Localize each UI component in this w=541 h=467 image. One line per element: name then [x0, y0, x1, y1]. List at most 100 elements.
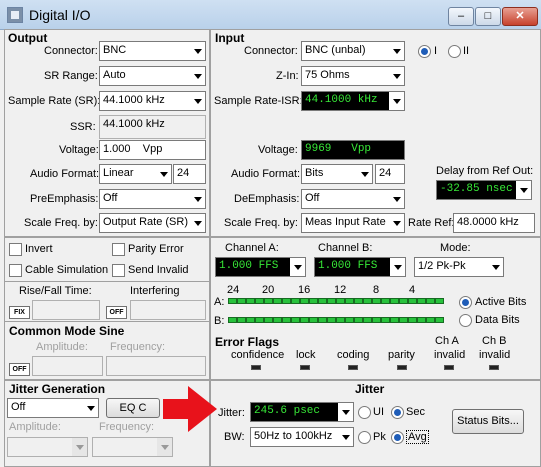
mode-label: Mode:	[440, 242, 471, 254]
preemphasis-select[interactable]: Off	[99, 189, 206, 209]
bit-led-a	[336, 298, 345, 304]
maximize-button[interactable]: □	[475, 7, 501, 26]
bit-led-a	[408, 298, 417, 304]
common-mode-toggle[interactable]: OFF	[9, 363, 30, 376]
input-connector-label: Connector:	[244, 45, 298, 57]
flag-invalid-a-label: invalid	[434, 349, 466, 361]
flag-parity-label: parity	[388, 349, 415, 361]
jitter-generation-select[interactable]: Off	[7, 398, 99, 418]
input-audio-format-select[interactable]: Bits	[301, 164, 373, 184]
red-arrow-icon	[163, 386, 217, 432]
bit-led-b	[318, 317, 327, 323]
input-audio-format-label: Audio Format:	[231, 168, 301, 180]
interfering-field	[130, 300, 206, 320]
send-invalid-checkbox[interactable]	[112, 264, 125, 277]
bit-led-b	[273, 317, 282, 323]
jg-frequency-select[interactable]	[92, 437, 173, 457]
chevron-down-icon	[390, 258, 405, 276]
bit-led-b	[435, 317, 444, 323]
mode-select[interactable]: 1/2 Pk-Pk	[414, 257, 504, 277]
channel-b-display[interactable]: 1.000 FFS	[314, 257, 406, 277]
sr-range-label: SR Range:	[44, 70, 98, 82]
bw-select[interactable]: 50Hz to 100kHz	[250, 427, 354, 447]
bit-led-b	[327, 317, 336, 323]
output-sample-rate-select[interactable]: 44.1000 kHz	[99, 91, 206, 111]
error-flags-title: Error Flags	[215, 335, 280, 349]
output-audio-format-select[interactable]: Linear	[99, 164, 172, 184]
flag-confidence-led	[251, 365, 261, 370]
chevron-down-icon	[190, 92, 205, 110]
bit-led-a	[399, 298, 408, 304]
invert-checkbox[interactable]	[9, 243, 22, 256]
jitter-avg-radio[interactable]	[391, 431, 404, 444]
bit-led-b	[390, 317, 399, 323]
sr-range-select[interactable]: Auto	[99, 66, 206, 86]
data-bits-radio[interactable]	[459, 314, 472, 327]
jitter-ui-radio[interactable]	[358, 406, 371, 419]
input-i-label: I	[434, 45, 438, 57]
bit-led-a	[291, 298, 300, 304]
output-voltage-label: Voltage:	[59, 144, 99, 156]
eq-curve-button[interactable]: EQ C	[106, 398, 160, 418]
jitter-display[interactable]: 245.6 psec	[250, 402, 354, 422]
divider	[4, 281, 210, 282]
parity-error-checkbox[interactable]	[112, 243, 125, 256]
invert-label: Invert	[25, 243, 53, 255]
active-bits-radio[interactable]	[459, 296, 472, 309]
bit-led-a	[354, 298, 363, 304]
delay-display[interactable]: -32.85 nsec	[436, 180, 532, 200]
bit-led-b	[381, 317, 390, 323]
input-ii-radio[interactable]	[448, 45, 461, 58]
jg-amplitude-select[interactable]	[7, 437, 88, 457]
divider	[4, 321, 210, 322]
input-sample-rate-display[interactable]: 44.1000 kHz	[301, 91, 405, 111]
output-audio-bits-field[interactable]: 24	[173, 164, 206, 184]
send-invalid-label: Send Invalid	[128, 264, 189, 276]
close-button[interactable]: ✕	[502, 7, 538, 26]
flag-coding-label: coding	[337, 349, 370, 361]
bit-led-a	[426, 298, 435, 304]
bit-led-a	[282, 298, 291, 304]
delay-label: Delay from Ref Out:	[436, 165, 534, 177]
bit-led-a	[228, 298, 237, 304]
cm-amplitude-field	[32, 356, 103, 376]
jg-amplitude-label: Amplitude:	[9, 421, 61, 433]
jitter-sec-radio[interactable]	[391, 406, 404, 419]
output-voltage-field[interactable]: 1.000 Vpp	[99, 140, 206, 160]
parity-error-label: Parity Error	[128, 243, 184, 255]
output-scale-freq-select[interactable]: Output Rate (SR)	[99, 213, 206, 233]
rate-ref-label: Rate Ref:	[408, 217, 455, 229]
chevron-down-icon	[389, 92, 404, 110]
fix-toggle[interactable]: FIX	[9, 306, 30, 319]
ch-b-label: Ch B	[482, 335, 507, 347]
minimize-button[interactable]: –	[448, 7, 474, 26]
deemphasis-select[interactable]: Off	[301, 189, 405, 209]
interfering-toggle[interactable]: OFF	[106, 306, 127, 319]
bit-led-a	[300, 298, 309, 304]
bit-led-a	[273, 298, 282, 304]
output-audio-format-label: Audio Format:	[30, 168, 100, 180]
jitter-title: Jitter	[355, 382, 385, 396]
zin-select[interactable]: 75 Ohms	[301, 66, 405, 86]
rate-ref-field[interactable]: 48.0000 kHz	[453, 213, 535, 233]
input-voltage-display: 9969 Vpp	[301, 140, 405, 160]
flag-lock-label: lock	[296, 349, 316, 361]
chevron-down-icon	[190, 67, 205, 85]
input-audio-bits-field[interactable]: 24	[375, 164, 405, 184]
channel-a-display[interactable]: 1.000 FFS	[215, 257, 306, 277]
output-connector-select[interactable]: BNC	[99, 41, 206, 61]
chevron-down-icon	[190, 214, 205, 232]
flag-parity-led	[397, 365, 407, 370]
output-connector-label: Connector:	[44, 45, 98, 57]
status-bits-button[interactable]: Status Bits...	[452, 409, 524, 434]
input-scale-freq-select[interactable]: Meas Input Rate	[301, 213, 405, 233]
bit-led-a	[237, 298, 246, 304]
cable-simulation-checkbox[interactable]	[9, 264, 22, 277]
input-connector-select[interactable]: BNC (unbal)	[301, 41, 405, 61]
jitter-pk-radio[interactable]	[358, 431, 371, 444]
jitter-label: Jitter:	[218, 407, 245, 419]
channel-a-label: Channel A:	[225, 242, 279, 254]
jitter-ui-label: UI	[373, 406, 384, 418]
input-i-radio[interactable]	[418, 45, 431, 58]
bit-led-b	[237, 317, 246, 323]
